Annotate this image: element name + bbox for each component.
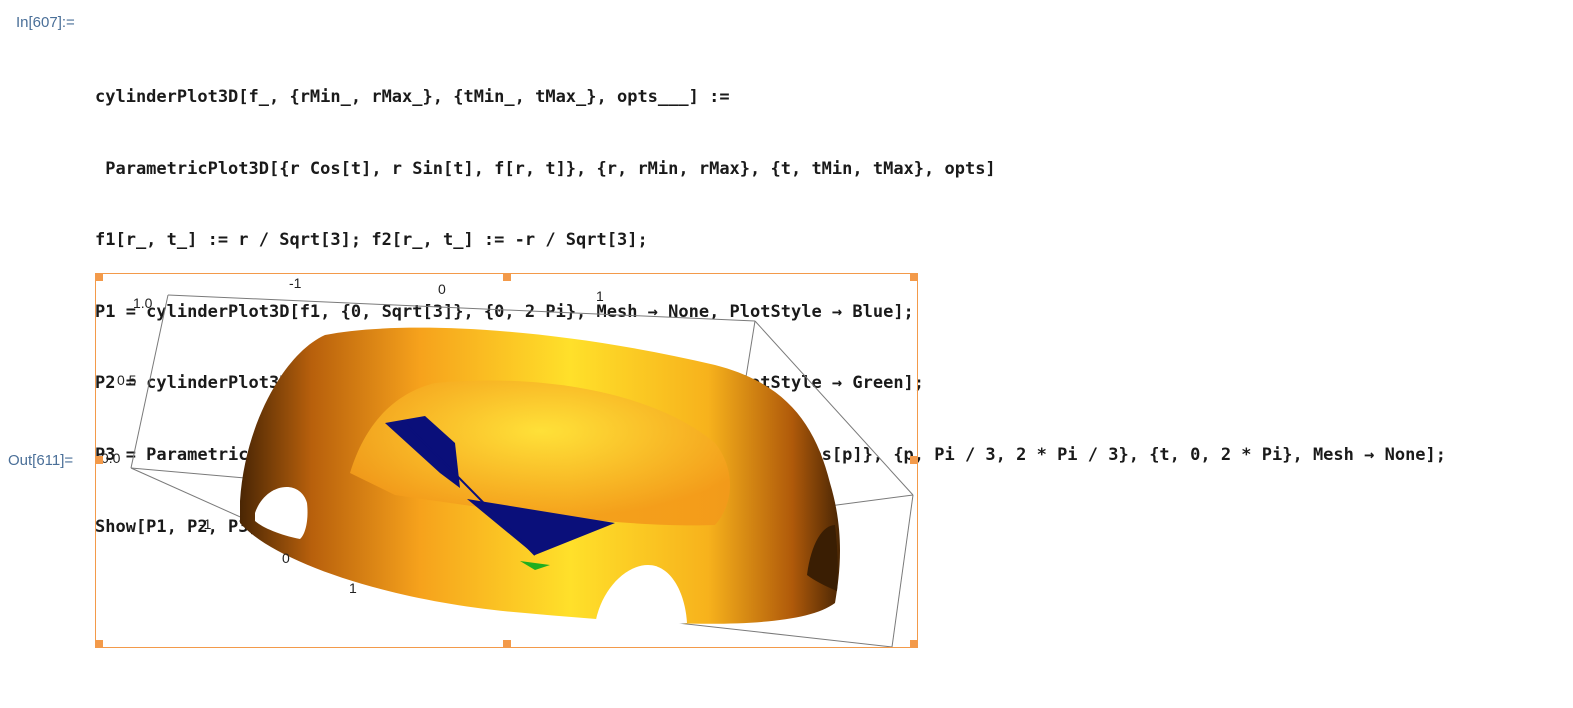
- resize-handle-bl[interactable]: [95, 640, 103, 648]
- resize-handle-tr[interactable]: [910, 273, 918, 281]
- resize-handle-ml[interactable]: [95, 456, 103, 464]
- resize-handle-br[interactable]: [910, 640, 918, 648]
- input-cell-label: In[607]:=: [16, 14, 75, 31]
- code-line-1: cylinderPlot3D[f_, {rMin_, rMax_}, {tMin…: [95, 87, 730, 107]
- code-line-2: ParametricPlot3D[{r Cos[t], r Sin[t], f[…: [95, 158, 996, 179]
- resize-handle-tl[interactable]: [95, 273, 103, 281]
- code-line-3: f1[r_, t_] := r / Sqrt[3]; f2[r_, t_] :=…: [95, 230, 648, 251]
- resize-handle-bm[interactable]: [503, 640, 511, 648]
- output-selection-frame: [95, 273, 918, 648]
- resize-handle-mr[interactable]: [910, 456, 918, 464]
- resize-handle-tm[interactable]: [503, 273, 511, 281]
- output-cell-label: Out[611]=: [8, 452, 74, 469]
